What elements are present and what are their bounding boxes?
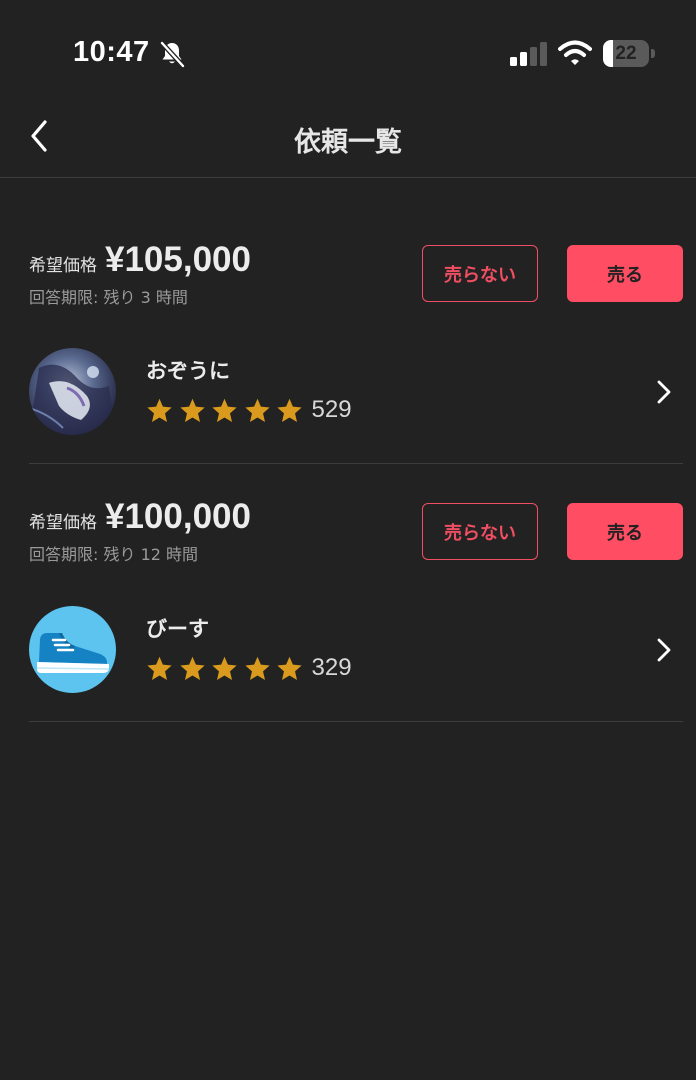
battery-icon: 22 xyxy=(603,40,655,67)
page-title: 依頼一覧 xyxy=(294,127,402,158)
price-line: 希望価格 ¥105,000 xyxy=(29,240,251,280)
star-icon xyxy=(147,398,172,422)
star-icon xyxy=(244,398,270,422)
bell-slash-icon xyxy=(160,41,185,68)
user-row[interactable]: おぞうに 529 xyxy=(0,348,696,438)
price-line: 希望価格 ¥100,000 xyxy=(29,497,251,537)
divider xyxy=(29,463,683,464)
price-value: ¥105,000 xyxy=(105,240,251,279)
rating-stars: 529 xyxy=(146,396,352,424)
price-label: 希望価格 xyxy=(29,513,97,533)
avatar xyxy=(29,606,116,693)
deadline-text: 回答期限: 残り 3 時間 xyxy=(29,288,188,307)
decline-button[interactable]: 売らない xyxy=(422,503,538,560)
divider xyxy=(29,721,683,722)
rating-stars: 329 xyxy=(146,654,352,682)
sell-button[interactable]: 売る xyxy=(567,503,683,560)
user-name: おぞうに xyxy=(146,359,230,383)
price-label: 希望価格 xyxy=(29,256,97,276)
deadline-text: 回答期限: 残り 12 時間 xyxy=(29,545,199,564)
user-name: びーす xyxy=(146,617,209,641)
nav-bar: 依頼一覧 xyxy=(0,100,696,178)
sell-button[interactable]: 売る xyxy=(567,245,683,302)
battery-level-text: 22 xyxy=(615,43,637,64)
star-icon xyxy=(179,398,205,422)
cellular-signal-icon xyxy=(510,42,547,66)
chevron-right-icon xyxy=(657,380,671,404)
sneaker-icon xyxy=(29,606,116,693)
star-icon xyxy=(277,656,302,680)
review-count: 329 xyxy=(311,654,352,681)
chevron-right-icon xyxy=(657,638,671,662)
star-icon xyxy=(212,398,237,422)
star-icon xyxy=(179,656,205,680)
avatar-illustration xyxy=(29,348,116,435)
wifi-icon xyxy=(558,40,592,65)
review-count: 529 xyxy=(311,396,352,423)
star-icon xyxy=(147,656,172,680)
star-icon xyxy=(244,656,270,680)
status-bar: 10:47 22 xyxy=(0,0,696,100)
star-icon xyxy=(277,398,302,422)
star-icon xyxy=(212,656,237,680)
user-row[interactable]: びーす 329 xyxy=(0,606,696,696)
price-value: ¥100,000 xyxy=(105,497,251,536)
status-time: 10:47 xyxy=(73,36,150,68)
avatar xyxy=(29,348,116,435)
decline-button[interactable]: 売らない xyxy=(422,245,538,302)
